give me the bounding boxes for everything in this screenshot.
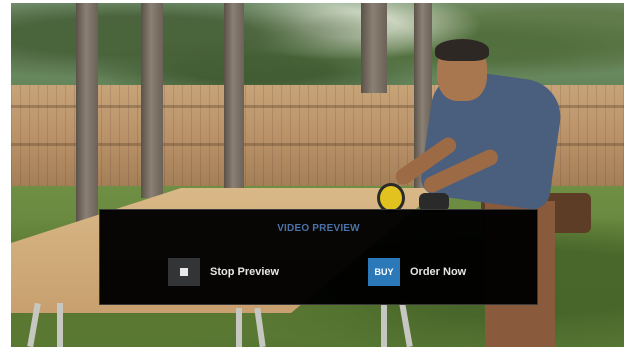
buy-badge[interactable]: BUY [368, 258, 400, 286]
screen-frame: VIDEO PREVIEW Stop Preview BUY Order Now [0, 0, 627, 350]
video-preview-dialog: VIDEO PREVIEW Stop Preview BUY Order Now [99, 209, 538, 305]
order-now-label: Order Now [410, 266, 467, 278]
order-now-button[interactable]: BUY Order Now [368, 258, 466, 286]
table-leg [236, 308, 242, 347]
tree-trunk [224, 3, 244, 188]
stop-preview-button[interactable]: Stop Preview [168, 258, 279, 286]
stop-icon[interactable] [168, 258, 200, 286]
table-leg [381, 303, 387, 347]
dialog-title: VIDEO PREVIEW [277, 223, 360, 234]
stop-preview-label: Stop Preview [210, 266, 280, 278]
worker-hair [435, 39, 489, 61]
stop-square-glyph [180, 268, 188, 276]
table-leg [57, 303, 63, 347]
tree-trunk [361, 3, 387, 93]
tree-trunk [76, 3, 98, 243]
tree-trunk [141, 3, 163, 198]
